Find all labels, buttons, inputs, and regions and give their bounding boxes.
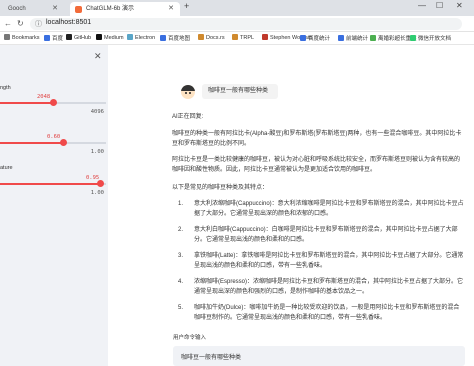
bookmark-icon: [410, 35, 416, 41]
slider-label-max-length: ngth: [0, 85, 11, 91]
slider-handle[interactable]: [49, 99, 57, 106]
bookmark-label: Medium: [104, 35, 124, 41]
ai-list-intro: 以下是常见的咖啡豆种类及其特点：: [172, 185, 269, 191]
list-item-text: 咖啡加牛奶(Dulce)：咖啡加牛奶是一种比较受欢迎的饮品，一般是用阿拉比卡豆和…: [194, 305, 460, 321]
list-item-text: 拿铁咖啡(Latte)：拿铁咖啡是阿拉比卡豆和罗布斯塔豆的混合，其中阿拉比卡豆占…: [194, 253, 464, 269]
bookmark-icon: [232, 34, 238, 40]
slider-max-top-p: 1.00: [90, 149, 104, 155]
bookmark-label: TRPL: [240, 35, 255, 41]
slider-fill: [0, 183, 101, 185]
bookmark-icon: [300, 35, 306, 41]
bookmark-label: 百度: [52, 36, 64, 42]
slider-value-max-length: 2048: [37, 94, 51, 100]
close-icon[interactable]: ✕: [168, 2, 174, 16]
slider-track-temperature[interactable]: [0, 180, 106, 187]
reload-icon[interactable]: ↻: [17, 19, 24, 28]
bookmark-item[interactable]: Electron: [127, 34, 155, 41]
minimize-icon[interactable]: —: [418, 1, 426, 10]
bookmark-item[interactable]: Bookmarks: [4, 34, 40, 41]
bookmark-item[interactable]: Docs.rs: [198, 34, 225, 41]
ai-paragraph-2: 阿拉比卡豆是一类比较健康的咖啡豆，被认为对心脏和呼吸系统比较安全，而罗布斯塔豆则…: [172, 157, 461, 173]
new-tab-icon[interactable]: +: [184, 1, 189, 11]
tab-label: ChatGLM-6b 演示: [86, 6, 135, 12]
list-item-number: 3.: [178, 253, 184, 259]
chat-main: 咖啡豆一般有哪些种类 AI正在回复: 咖啡豆的种类一般有阿拉比卡(Alpha-酸…: [108, 45, 474, 366]
bookmark-icon: [44, 35, 50, 41]
input-label: 用户命令输入: [173, 335, 207, 341]
bookmark-item[interactable]: Medium: [96, 34, 124, 41]
close-icon[interactable]: ✕: [52, 2, 58, 16]
slider-max-max-length: 4096: [90, 109, 104, 115]
bookmark-label: 百度统计: [308, 36, 331, 42]
bookmark-item[interactable]: TRPL: [232, 34, 254, 41]
slider-track-top-p[interactable]: [0, 139, 106, 146]
slider-label-temperature: ature: [0, 165, 13, 171]
window-close-icon[interactable]: ✕: [456, 1, 463, 10]
bookmark-icon: [127, 34, 133, 40]
bookmarks-bar: Bookmarks 百度 GitHub Medium Electron 百度地图 Docs.…: [0, 32, 474, 45]
slider-max-temperature: 1.00: [90, 190, 104, 196]
bookmark-icon: [160, 35, 166, 41]
bookmark-item[interactable]: 微信开放文档: [410, 34, 451, 42]
slider-handle[interactable]: [60, 139, 68, 146]
back-icon[interactable]: ←: [4, 19, 12, 28]
browser-tab[interactable]: Gooch ✕: [0, 2, 64, 16]
browser-tab-bar: Gooch ✕ ChatGLM-6b 演示 ✕ + — ☐ ✕: [0, 0, 474, 16]
list-item-text: 浓缩咖啡(Espresso)：浓缩咖啡是阿拉比卡豆和罗布斯塔豆的混合，其中阿拉比…: [194, 279, 464, 295]
bookmark-item[interactable]: 百度地图: [160, 34, 190, 42]
list-item-number: 1.: [178, 201, 184, 207]
bookmark-icon: [96, 34, 102, 40]
bookmark-item[interactable]: 百度统计: [300, 34, 330, 42]
bookmark-item[interactable]: 前端统计: [338, 34, 368, 42]
bookmark-item[interactable]: GitHub: [66, 34, 91, 41]
user-command-input[interactable]: 咖啡豆一般有哪些种类: [173, 346, 465, 366]
ai-paragraph-1: 咖啡豆的种类一般有阿拉比卡(Alpha-酸豆)和罗布斯塔(罗布斯塔豆)两种，也有…: [172, 131, 462, 147]
bookmark-label: Electron: [135, 35, 156, 41]
address-bar-row: ← ↻ ⓘ localhost:8501: [0, 16, 474, 32]
bookmark-icon: [4, 34, 10, 40]
avatar-eye: [185, 92, 187, 94]
maximize-icon[interactable]: ☐: [436, 1, 443, 10]
slider-track-max-length[interactable]: [0, 99, 106, 106]
bookmark-label: 微信开放文档: [418, 36, 452, 42]
tab-label: Gooch: [8, 6, 26, 12]
url-input[interactable]: ⓘ localhost:8501: [30, 18, 462, 30]
user-avatar: [181, 85, 195, 99]
list-item-text: 意大利白咖啡(Cappuccino)：白咖啡是阿拉比卡豆和罗布斯塔豆的混合，其中…: [194, 227, 458, 243]
list-item-number: 4.: [178, 279, 184, 285]
bookmark-icon: [370, 35, 376, 41]
bookmark-icon: [262, 34, 268, 40]
bookmark-item[interactable]: 百度: [44, 34, 63, 42]
url-text: localhost:8501: [46, 19, 92, 26]
bookmark-label: Docs.rs: [206, 35, 225, 41]
list-item-text: 意大利浓缩咖啡(Cappuccino)：意大利浓缩咖啡是阿拉比卡豆和罗布斯塔豆的…: [194, 201, 464, 217]
sidebar: ✕ ngth 2048 4096 0.60 1.00 ature 0.95 1.…: [0, 45, 108, 366]
list-item-number: 5.: [178, 305, 184, 311]
list-item-number: 2.: [178, 227, 184, 233]
bookmark-icon: [66, 34, 72, 40]
bookmark-label: GitHub: [74, 35, 92, 41]
avatar-hair: [181, 85, 195, 91]
bookmark-icon: [338, 35, 344, 41]
streamlit-icon: [75, 6, 82, 13]
slider-handle[interactable]: [97, 180, 105, 187]
slider-fill: [0, 102, 53, 104]
info-icon[interactable]: ⓘ: [35, 19, 42, 29]
slider-value-top-p: 0.60: [47, 134, 61, 140]
sidebar-close-icon[interactable]: ✕: [94, 51, 102, 62]
slider-fill: [0, 142, 64, 144]
user-message: 咖啡豆一般有哪些种类: [202, 84, 278, 99]
avatar-eye: [189, 92, 191, 94]
bookmark-label: 百度地图: [168, 36, 191, 42]
bookmark-label: 前端统计: [346, 36, 369, 42]
bookmark-icon: [198, 34, 204, 40]
bookmark-label: Bookmarks: [12, 35, 40, 41]
ai-prefix: AI正在回复:: [172, 114, 204, 120]
browser-tab-active[interactable]: ChatGLM-6b 演示 ✕: [70, 2, 180, 16]
